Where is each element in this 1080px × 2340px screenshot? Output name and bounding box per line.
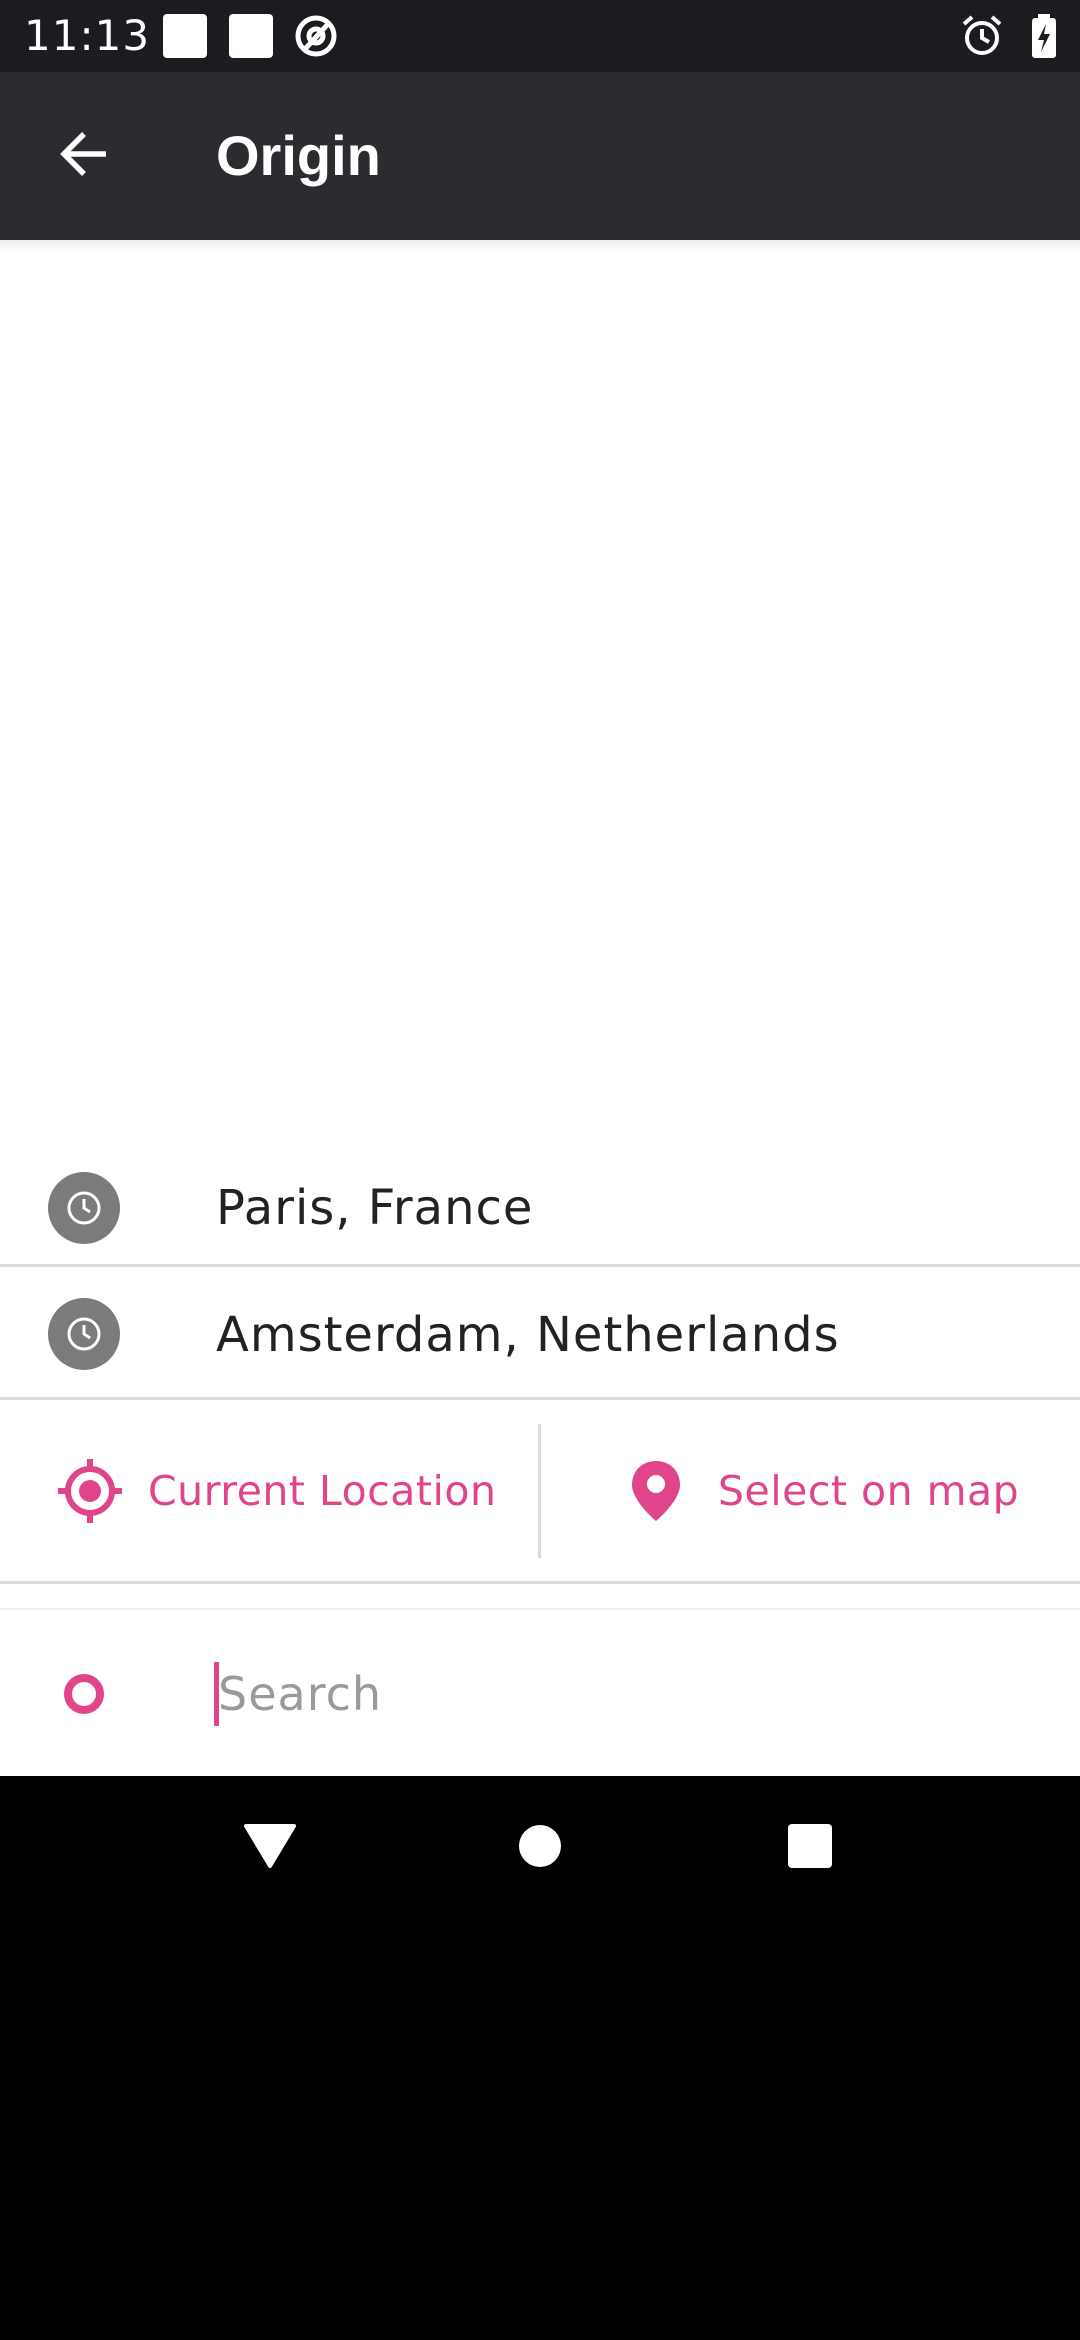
- recents-square-icon: [787, 1823, 833, 1873]
- nav-home-button[interactable]: [468, 1776, 612, 1920]
- arrow-left-icon: [56, 126, 112, 186]
- history-item-amsterdam[interactable]: Amsterdam, Netherlands: [0, 1267, 1080, 1400]
- at-sign-icon: [294, 14, 338, 62]
- clock-icon: [48, 1298, 120, 1370]
- navigation-bar: [0, 1776, 1080, 1920]
- screen: 11:13 Origin Paris, France Amsterdam, Ne…: [0, 0, 1080, 2340]
- status-time: 11:13: [24, 11, 151, 60]
- current-location-button[interactable]: Current Location: [56, 1400, 538, 1581]
- action-divider: [538, 1424, 541, 1558]
- history-item-label: Amsterdam, Netherlands: [216, 1307, 840, 1363]
- history-item-label: Paris, France: [216, 1180, 534, 1236]
- back-triangle-icon: [244, 1822, 296, 1874]
- origin-dot-icon: [64, 1674, 104, 1714]
- home-circle-icon: [517, 1823, 563, 1873]
- history-item-paris[interactable]: Paris, France: [0, 1124, 1080, 1267]
- text-caret: [214, 1662, 219, 1726]
- location-actions: Current Location Select on map: [0, 1400, 1080, 1584]
- alarm-icon: [960, 14, 1004, 62]
- app-bar-shadow: [0, 240, 1080, 252]
- current-location-label: Current Location: [148, 1466, 497, 1515]
- notification-square-icon: [162, 14, 208, 62]
- app-bar: Origin: [0, 72, 1080, 240]
- page-title: Origin: [216, 124, 381, 187]
- clock-icon: [48, 1172, 120, 1244]
- select-on-map-label: Select on map: [718, 1466, 1020, 1515]
- battery-charging-icon: [1030, 14, 1058, 62]
- notification-square-icon: [228, 14, 274, 62]
- status-bar: 11:13: [0, 0, 1080, 72]
- map-pin-icon: [630, 1459, 682, 1523]
- back-button[interactable]: [36, 114, 132, 198]
- nav-back-button[interactable]: [198, 1776, 342, 1920]
- nav-recents-button[interactable]: [738, 1776, 882, 1920]
- search-row: [0, 1608, 1080, 1778]
- search-input[interactable]: [214, 1652, 1038, 1736]
- crosshair-location-icon: [56, 1457, 124, 1525]
- select-on-map-button[interactable]: Select on map: [630, 1400, 1080, 1581]
